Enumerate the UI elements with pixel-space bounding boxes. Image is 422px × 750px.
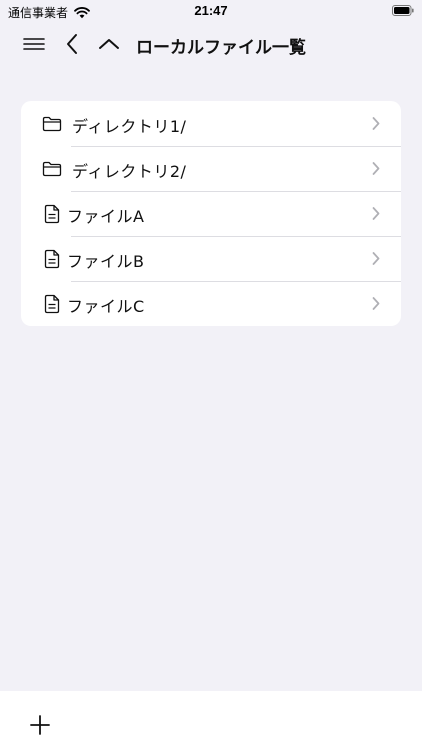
up-button[interactable] xyxy=(95,30,123,58)
chevron-right-icon xyxy=(372,162,380,175)
chevron-right-icon xyxy=(372,297,380,310)
document-icon xyxy=(41,248,63,270)
chevron-right-icon xyxy=(372,117,380,130)
page-title: ローカルファイル一覧 xyxy=(136,38,306,58)
list-item-directory-2[interactable]: ディレクトリ2/ xyxy=(21,146,401,191)
document-icon xyxy=(41,203,63,225)
folder-icon xyxy=(41,158,63,180)
battery-icon xyxy=(392,5,414,16)
menu-button[interactable] xyxy=(20,30,48,58)
chevron-right-icon xyxy=(372,207,380,220)
chevron-right-icon xyxy=(372,252,380,265)
navigation-bar: ローカルファイル一覧 xyxy=(0,28,422,60)
list-item-label: ファイルC xyxy=(67,297,145,316)
list-item-file-a[interactable]: ファイルA xyxy=(21,191,401,236)
back-button[interactable] xyxy=(58,30,86,58)
list-item-label: ディレクトリ2/ xyxy=(72,162,187,181)
document-icon xyxy=(41,293,63,315)
chevron-up-icon xyxy=(99,39,119,49)
folder-icon xyxy=(41,113,63,135)
list-item-label: ファイルB xyxy=(67,252,145,271)
list-item-file-b[interactable]: ファイルB xyxy=(21,236,401,281)
plus-icon xyxy=(30,715,50,735)
list-item-label: ファイルA xyxy=(67,207,145,226)
list-item-directory-1[interactable]: ディレクトリ1/ xyxy=(21,101,401,146)
bottom-toolbar xyxy=(0,691,422,750)
list-item-label: ディレクトリ1/ xyxy=(72,117,187,136)
chevron-left-icon xyxy=(67,34,77,54)
menu-icon xyxy=(23,38,45,50)
status-bar: 通信事業者 21:47 xyxy=(0,0,422,22)
add-button[interactable] xyxy=(27,712,53,738)
clock: 21:47 xyxy=(194,3,228,18)
list-item-file-c[interactable]: ファイルC xyxy=(21,281,401,326)
file-list: ディレクトリ1/ ディレクトリ2/ ファイルA ファイルB ファイルC xyxy=(21,101,401,326)
